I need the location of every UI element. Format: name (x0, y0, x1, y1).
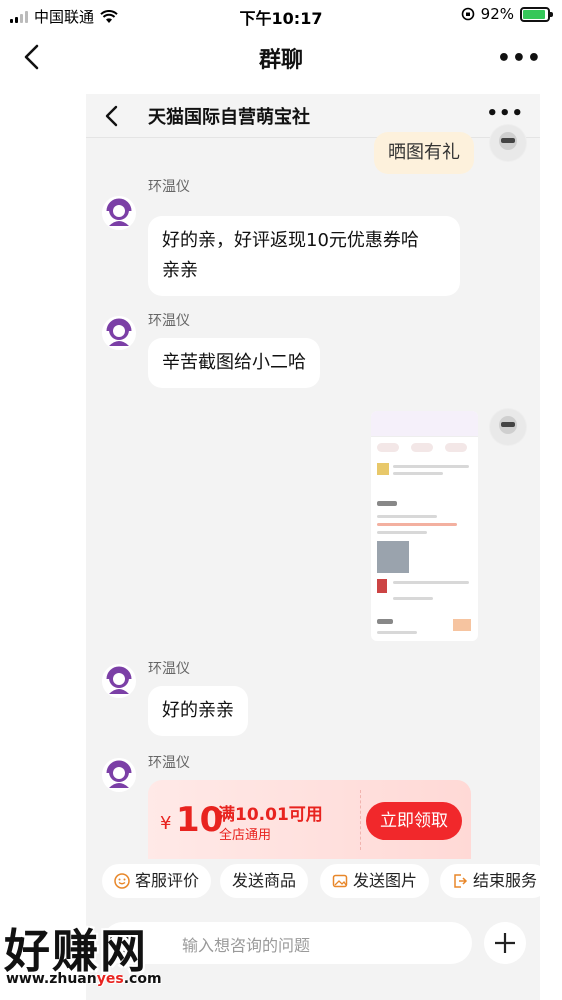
coupon-currency: ¥ (160, 813, 172, 834)
user-message-bubble[interactable]: 晒图有礼 (374, 132, 474, 174)
watermark-url: www.zhuanyes.com (6, 971, 162, 987)
coupon-condition: 满10.01可用 (218, 805, 323, 825)
message-line: 亲亲 (162, 260, 198, 281)
coupon-divider (360, 790, 361, 850)
user-avatar[interactable] (489, 124, 527, 162)
chat-back-icon[interactable] (100, 102, 124, 130)
quick-action-label: 客服评价 (135, 871, 200, 890)
thumb-text-line (377, 515, 437, 518)
input-placeholder: 输入想咨询的问题 (182, 936, 311, 955)
message-text: 晒图有礼 (388, 142, 460, 163)
exit-icon (454, 874, 468, 888)
watermark-url-prefix: www.zhuan (6, 971, 97, 987)
thumb-text-line (377, 523, 457, 526)
thumb-text-line (393, 597, 433, 600)
orientation-lock-icon (461, 7, 474, 21)
send-image-button[interactable]: 发送图片 (320, 864, 430, 898)
rate-service-button[interactable]: 客服评价 (102, 864, 212, 898)
page-title: 群聊 (258, 48, 303, 73)
thumb-text-line (377, 531, 427, 534)
thumb-text-line (393, 581, 469, 584)
sender-name: 环温仪 (148, 313, 190, 329)
watermark-logo: 好赚网 www.zhuanyes.com (0, 915, 200, 1000)
sender-name: 环温仪 (148, 755, 190, 771)
thumb-tag (377, 443, 399, 452)
staff-avatar[interactable] (102, 316, 136, 350)
staff-message-bubble[interactable]: 辛苦截图给小二哈 (148, 338, 320, 388)
send-product-button[interactable]: 发送商品 (220, 864, 309, 898)
thumb-tag (411, 443, 433, 452)
staff-message-bubble[interactable]: 好的亲亲 (148, 686, 248, 736)
coupon-scope: 全店通用 (219, 828, 272, 843)
thumb-header (371, 411, 478, 437)
battery-percent: 92% (480, 5, 514, 23)
staff-avatar[interactable] (102, 758, 136, 792)
plus-icon[interactable] (484, 922, 526, 964)
watermark-url-highlight: yes (96, 971, 124, 987)
message-line: 好的亲，好评返现10元优惠券哈 (162, 230, 419, 251)
thumb-text-line (393, 465, 469, 468)
watermark-url-suffix: .com (123, 971, 162, 987)
quick-action-label: 发送商品 (232, 871, 297, 890)
image-icon (332, 874, 348, 888)
battery-group: 92% (461, 5, 553, 23)
coupon-card[interactable]: ¥ 10 满10.01可用 全店通用 立即领取 (148, 780, 471, 860)
battery-icon (520, 6, 553, 22)
thumb-text-line (377, 631, 417, 634)
thumb-product-image (453, 619, 471, 631)
thumb-photo (377, 541, 409, 573)
staff-avatar[interactable] (102, 196, 136, 230)
shop-chat-header: 天猫国际自营萌宝社 ••• (86, 94, 540, 138)
thumb-product-image (377, 463, 389, 475)
outer-nav-bar: 群聊 ••• (0, 30, 562, 86)
shop-name: 天猫国际自营萌宝社 (148, 107, 310, 128)
sender-name: 环温仪 (148, 661, 190, 677)
staff-avatar[interactable] (102, 664, 136, 698)
user-avatar[interactable] (489, 408, 527, 446)
thumb-text-line (393, 472, 443, 475)
message-text: 辛苦截图给小二哈 (162, 352, 306, 373)
chat-more-button[interactable]: ••• (486, 103, 524, 124)
thumb-text-line (377, 619, 393, 624)
quick-action-label: 结束服务 (473, 871, 538, 890)
smile-icon (114, 873, 130, 889)
sent-screenshot-image[interactable] (371, 411, 478, 641)
quick-action-label: 发送图片 (353, 871, 418, 890)
coupon-amount: 10 (176, 800, 224, 840)
thumb-tag (445, 443, 467, 452)
sender-name: 环温仪 (148, 179, 190, 195)
more-menu-button[interactable]: ••• (497, 46, 542, 71)
message-text: 好的亲亲 (162, 700, 234, 721)
chat-panel: 天猫国际自营萌宝社 ••• 晒图有礼 环温仪 好的亲，好评返现10元优惠券哈 亲… (86, 94, 540, 1000)
message-list[interactable]: 晒图有礼 环温仪 好的亲，好评返现10元优惠券哈 亲亲 环温仪 辛苦截图给小二哈… (86, 124, 540, 860)
quick-action-bar: 客服评价 发送商品 发送图片 结束服务 (86, 859, 540, 901)
end-service-button[interactable]: 结束服务 (440, 864, 540, 898)
staff-message-bubble[interactable]: 好的亲，好评返现10元优惠券哈 亲亲 (148, 216, 460, 296)
thumb-product-image (377, 579, 387, 593)
thumb-text-line (377, 501, 397, 506)
claim-coupon-button[interactable]: 立即领取 (366, 802, 462, 840)
status-bar: 中国联通 下午10:17 92% (0, 0, 562, 30)
